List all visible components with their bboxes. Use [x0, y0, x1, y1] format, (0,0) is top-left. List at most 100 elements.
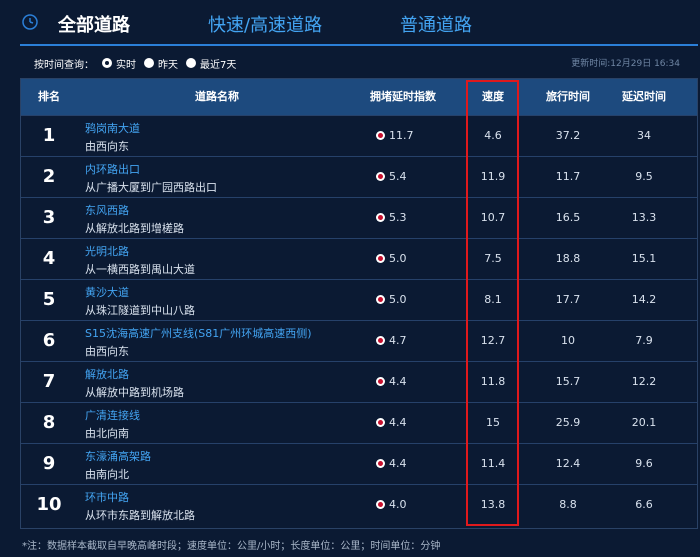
- road-direction: 由西向东: [85, 140, 129, 153]
- speed-value: 11.4: [480, 457, 506, 470]
- road-direction: 从珠江隧道到中山八路: [85, 304, 195, 317]
- delay-time-value: 20.1: [631, 416, 657, 429]
- road-name-link[interactable]: 环市中路: [85, 489, 129, 505]
- delay-time-value: 7.9: [635, 334, 653, 347]
- road-direction: 从环市东路到解放北路: [85, 509, 195, 522]
- rank-number: 1: [42, 125, 56, 146]
- tab-normal-roads[interactable]: 普通道路: [400, 11, 472, 37]
- road-direction: 从广播大厦到广园西路出口: [85, 181, 217, 194]
- table-row: 4 光明北路 从一横西路到禺山大道 5.0 7.5 18.8 15.1: [21, 238, 697, 279]
- table-row: 8 广清连接线由北向南 4.4 15 25.9 20.1: [21, 402, 697, 443]
- congestion-index: 4.7: [389, 334, 407, 347]
- road-direction: 由南向北: [85, 468, 129, 481]
- road-name-link[interactable]: S15沈海高速广州支线(S81广州环城高速西侧): [85, 325, 312, 341]
- clock-icon: [22, 14, 38, 30]
- road-name-link[interactable]: 解放北路: [85, 366, 129, 382]
- travel-time-value: 37.2: [555, 129, 581, 142]
- speed-value: 11.9: [480, 170, 506, 183]
- header-delay-time: 延迟时间: [622, 90, 666, 103]
- congestion-index: 5.3: [389, 211, 407, 224]
- table-row: 3 东风西路 从解放北路到增槎路 5.3 10.7 16.5 13.3: [21, 197, 697, 238]
- delay-time-value: 9.6: [635, 457, 653, 470]
- header-rank: 排名: [38, 90, 60, 103]
- road-direction: 由北向南: [85, 427, 129, 440]
- rank-number: 10: [36, 494, 62, 515]
- road-name-link[interactable]: 东濠涌高架路: [85, 448, 151, 464]
- rank-number: 8: [42, 412, 56, 433]
- road-name-link[interactable]: 广清连接线: [85, 407, 140, 423]
- speed-value: 13.8: [480, 498, 506, 511]
- congestion-marker-icon: [376, 213, 385, 222]
- rank-number: 5: [42, 289, 56, 310]
- travel-time-value: 16.5: [555, 211, 581, 224]
- road-name-link[interactable]: 内环路出口: [85, 161, 140, 177]
- table-row: 10 环市中路从环市东路到解放北路 4.0 13.8 8.8 6.6: [21, 484, 697, 525]
- travel-time-value: 12.4: [555, 457, 581, 470]
- congestion-marker-icon: [376, 336, 385, 345]
- update-time: 更新时间:12月29日 16:34: [571, 59, 680, 69]
- delay-time-value: 6.6: [635, 498, 653, 511]
- road-name-link[interactable]: 鸦岗南大道: [85, 120, 140, 136]
- delay-time-value: 15.1: [631, 252, 657, 265]
- filter-label: 按时间查询：: [34, 59, 94, 71]
- congestion-marker-icon: [376, 500, 385, 509]
- footnote: *注：数据样本截取自早晚高峰时段；速度单位：公里/小时；长度单位：公里；时间单位…: [22, 541, 441, 552]
- speed-value: 7.5: [484, 252, 502, 265]
- delay-time-value: 12.2: [631, 375, 657, 388]
- travel-time-value: 8.8: [559, 498, 577, 511]
- header-road-name: 道路名称: [195, 90, 239, 103]
- congestion-index: 5.0: [389, 252, 407, 265]
- congestion-index: 4.0: [389, 498, 407, 511]
- header-travel-time: 旅行时间: [546, 90, 590, 103]
- road-name-link[interactable]: 东风西路: [85, 202, 129, 218]
- rank-number: 3: [42, 207, 56, 228]
- travel-time-value: 10: [561, 334, 575, 347]
- rank-number: 6: [42, 330, 56, 351]
- radio-yesterday[interactable]: [144, 58, 154, 68]
- ranking-table: 排名 道路名称 拥堵延时指数 速度 旅行时间 延迟时间 1 鸦岗南大道由西向东 11…: [20, 78, 698, 529]
- congestion-marker-icon: [376, 254, 385, 263]
- road-direction: 从一横西路到禺山大道: [85, 263, 195, 276]
- header-congestion-index: 拥堵延时指数: [370, 90, 436, 103]
- congestion-index: 4.4: [389, 375, 407, 388]
- speed-value: 11.8: [480, 375, 506, 388]
- speed-value: 8.1: [484, 293, 502, 306]
- rank-number: 7: [42, 371, 56, 392]
- table-row: 1 鸦岗南大道 由西向东 11.7 4.6 37.2 34: [21, 115, 697, 156]
- tab-all-roads[interactable]: 全部道路: [58, 11, 130, 37]
- speed-value: 12.7: [480, 334, 506, 347]
- congestion-index: 5.4: [389, 170, 407, 183]
- speed-value: 15: [486, 416, 500, 429]
- tab-divider: [20, 44, 698, 46]
- congestion-index: 5.0: [389, 293, 407, 306]
- option-yesterday-label[interactable]: 昨天: [158, 56, 178, 71]
- table-header: 排名 道路名称 拥堵延时指数 速度 旅行时间 延迟时间: [21, 79, 697, 115]
- table-row: 2 内环路出口 从广播大厦到广园西路出口 5.4 11.9 11.7 9.5: [21, 156, 697, 197]
- congestion-index: 4.4: [389, 457, 407, 470]
- travel-time-value: 17.7: [555, 293, 581, 306]
- congestion-index: 4.4: [389, 416, 407, 429]
- time-filter: 按时间查询： 实时 昨天 最近7天: [34, 55, 236, 71]
- congestion-marker-icon: [376, 295, 385, 304]
- road-direction: 从解放北路到增槎路: [85, 222, 184, 235]
- radio-last7days[interactable]: [186, 58, 196, 68]
- table-row: 9 东濠涌高架路 由南向北 4.4 11.4 12.4 9.6: [21, 443, 697, 484]
- option-realtime-label[interactable]: 实时: [116, 56, 136, 71]
- speed-value: 10.7: [480, 211, 506, 224]
- tab-bar: 全部道路 快速/高速道路 普通道路: [0, 0, 700, 46]
- table-row: 7 解放北路 从解放中路到机场路 4.4 11.8 15.7 12.2: [21, 361, 697, 402]
- congestion-marker-icon: [376, 418, 385, 427]
- table-row: 5 黄沙大道从珠江隧道到中山八路 5.0 8.1 17.7 14.2: [21, 279, 697, 320]
- road-direction: 从解放中路到机场路: [85, 386, 184, 399]
- header-speed: 速度: [482, 90, 504, 103]
- travel-time-value: 25.9: [555, 416, 581, 429]
- table-row: 6 S15沈海高速广州支线(S81广州环城高速西侧) 由西向东 4.7 12.7 10 7.…: [21, 320, 697, 361]
- tab-highway-roads[interactable]: 快速/高速道路: [208, 11, 322, 37]
- option-last7days-label[interactable]: 最近7天: [200, 56, 236, 71]
- delay-time-value: 34: [637, 129, 651, 142]
- radio-realtime[interactable]: [102, 58, 112, 68]
- road-name-link[interactable]: 光明北路: [85, 243, 129, 259]
- road-name-link[interactable]: 黄沙大道: [85, 284, 129, 300]
- delay-time-value: 14.2: [631, 293, 657, 306]
- rank-number: 2: [42, 166, 56, 187]
